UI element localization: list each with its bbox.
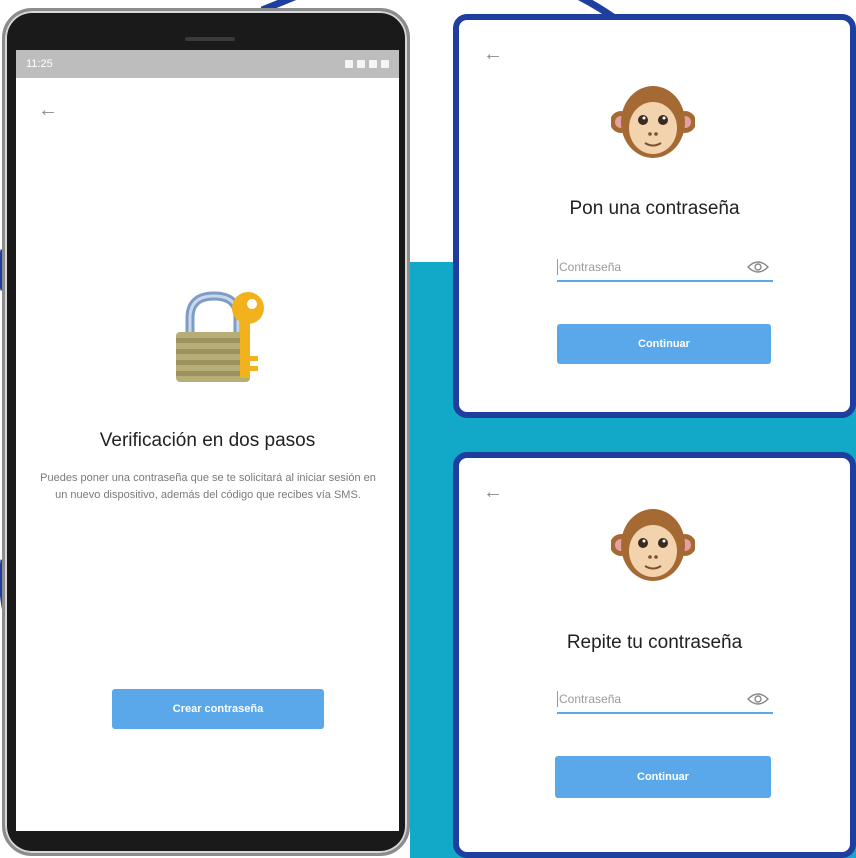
- card-title: Pon una contraseña: [569, 198, 740, 219]
- phone-frame: 11:25 ← Verificación en dos pasos Puedes…: [2, 8, 410, 856]
- battery-icon: [381, 60, 389, 68]
- continue-button[interactable]: Continuar: [555, 756, 771, 798]
- repeat-password-card: ← Repite tu contraseña Contraseña Contin…: [453, 452, 856, 858]
- text-caret: [557, 259, 558, 275]
- status-icons: [345, 60, 389, 68]
- signal-icon: [369, 60, 377, 68]
- password-field[interactable]: Contraseña: [557, 686, 773, 714]
- arrow-left-icon[interactable]: ←: [38, 100, 58, 120]
- lock-with-key-icon: [168, 286, 268, 382]
- notification-icon: [345, 60, 353, 68]
- eye-icon[interactable]: [747, 692, 769, 706]
- see-no-evil-monkey-icon: [610, 80, 696, 162]
- page-title: Verificación en dos pasos: [99, 430, 316, 451]
- password-placeholder: Contraseña: [559, 692, 622, 706]
- page-description: Puedes poner una contraseña que se te so…: [40, 472, 376, 501]
- card-title: Repite tu contraseña: [566, 632, 743, 653]
- text-caret: [557, 691, 558, 707]
- arrow-left-icon[interactable]: ←: [483, 44, 503, 64]
- eye-icon[interactable]: [747, 260, 769, 274]
- password-field[interactable]: Contraseña: [557, 254, 773, 282]
- continue-button[interactable]: Continuar: [557, 324, 771, 364]
- status-bar: 11:25: [16, 50, 399, 78]
- phone-speaker: [185, 37, 235, 41]
- status-time: 11:25: [26, 58, 53, 70]
- arrow-left-icon[interactable]: ←: [483, 482, 503, 502]
- see-no-evil-monkey-icon: [610, 503, 696, 585]
- password-placeholder: Contraseña: [559, 260, 622, 274]
- wifi-icon: [357, 60, 365, 68]
- phone-screen: 11:25 ← Verificación en dos pasos Puedes…: [16, 50, 399, 831]
- set-password-card: ← Pon una contraseña Contraseña Continua…: [453, 14, 856, 418]
- create-password-button[interactable]: Crear contraseña: [112, 689, 324, 729]
